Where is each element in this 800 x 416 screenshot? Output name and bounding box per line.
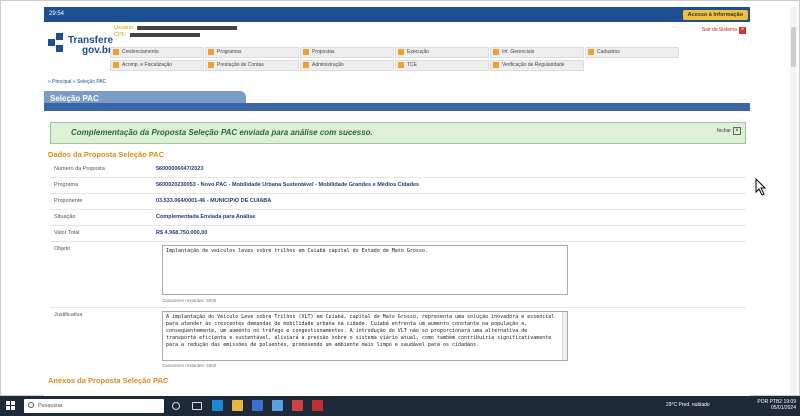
field-valor: Valor Total R$ 4.968.750.000,00	[50, 226, 746, 242]
justificativa-char-count: Caracteres restantes: 5000	[162, 363, 217, 368]
menu-arrow-icon	[113, 61, 119, 68]
menu-item-acomp-e-fiscalizacao[interactable]: Acomp. e Fiscalização	[110, 60, 204, 71]
mail-icon[interactable]	[272, 400, 283, 411]
valor-value: R$ 4.968.750.000,00	[156, 230, 208, 236]
logout-label[interactable]: Sair do Sistema	[702, 27, 737, 33]
menu-item-administracao[interactable]: Administração	[300, 60, 394, 71]
programa-value: 5600020230053 - Novo PAC - Mobilidade Ur…	[156, 182, 420, 188]
menu-item-programas[interactable]: Programas	[205, 47, 299, 58]
redacted-username	[137, 25, 238, 30]
field-justificativa: Justificativa A implantação do Veículo L…	[50, 308, 746, 372]
menu-arrow-icon	[493, 48, 499, 55]
anexos-heading: Anexos da Proposta Seleção PAC	[48, 376, 169, 385]
search-icon	[28, 402, 34, 408]
start-button[interactable]	[6, 401, 16, 411]
numero-value: 56000006047/2023	[156, 166, 204, 172]
field-proponente: Proponente 03.533.064/0001-46 - MUNICIPI…	[50, 194, 746, 210]
breadcrumb[interactable]: » Principal » Seleção PAC	[48, 79, 106, 85]
menu-arrow-icon	[208, 61, 214, 68]
menu-arrow-icon	[398, 48, 404, 55]
store-icon[interactable]	[252, 400, 263, 411]
file-explorer-icon[interactable]	[232, 400, 243, 411]
menu-item-propostas[interactable]: Propostas	[300, 47, 394, 58]
main-menu: Credenciamento Programas Propostas Execução…	[110, 47, 750, 73]
menu-arrow-icon	[588, 48, 594, 55]
taskbar-search[interactable]: Pesquisar	[24, 399, 164, 413]
menu-item-tce[interactable]: TCE	[395, 60, 489, 71]
system-tray-clock[interactable]: POR PTB2 19:09 05/01/2024	[757, 399, 796, 411]
menu-arrow-icon	[303, 48, 309, 55]
task-view-icon[interactable]	[192, 402, 202, 410]
cortana-icon[interactable]	[172, 402, 180, 410]
menu-item-prestacao-de-contas[interactable]: Prestação de Contas	[205, 60, 299, 71]
menu-arrow-icon	[303, 61, 309, 68]
transferegov-logo[interactable]: Transfere gov.br	[48, 31, 113, 57]
chrome-icon[interactable]	[292, 400, 303, 411]
menu-item-inf-gerenciais[interactable]: Inf. Gerenciais	[490, 47, 584, 58]
objeto-char-count: Caracteres restantes: 5000	[162, 298, 217, 303]
menu-item-cadastros[interactable]: Cadastros	[585, 47, 679, 58]
justificativa-textarea[interactable]: A implantação do Veículo Leve sobre Tril…	[162, 311, 568, 361]
browser-frame: 29:54 Acesso à Informação Transfere gov.…	[0, 0, 800, 397]
dados-heading: Dados da Proposta Seleção PAC	[48, 150, 165, 159]
menu-arrow-icon	[208, 48, 214, 55]
menu-item-execucao[interactable]: Execução	[395, 47, 489, 58]
weather-widget[interactable]: 29°C Pred. nublado	[666, 402, 710, 408]
menu-item-credenciamento[interactable]: Credenciamento	[110, 47, 204, 58]
field-programa: Programa 5600020230053 - Novo PAC - Mobi…	[50, 178, 746, 194]
mouse-cursor-icon	[755, 178, 767, 196]
user-info: Usuário: CPF:	[114, 25, 238, 39]
page-scrollbar[interactable]	[790, 7, 797, 395]
close-icon[interactable]: ×	[733, 127, 741, 135]
logo-mark-icon	[48, 39, 55, 46]
situacao-value: Complementada Enviada para Análise	[156, 214, 256, 220]
menu-arrow-icon	[398, 61, 404, 68]
page: 29:54 Acesso à Informação Transfere gov.…	[44, 7, 750, 397]
acesso-informacao-button[interactable]: Acesso à Informação	[682, 10, 748, 20]
proponente-value: 03.533.064/0001-46 - MUNICIPIO DE CUIABA	[156, 198, 272, 204]
section-bar	[44, 103, 750, 111]
session-timer: 29:54	[49, 11, 65, 17]
textarea-scrollbar[interactable]	[562, 312, 567, 360]
field-objeto: Objeto Implantação de veículos leves sob…	[50, 242, 746, 308]
success-message: Complementação da Proposta Seleção PAC e…	[50, 122, 746, 144]
close-message-button[interactable]: fechar ×	[717, 127, 741, 135]
windows-taskbar: Pesquisar 29°C Pred. nublado POR PTB2 19…	[0, 396, 800, 416]
edge-icon[interactable]	[212, 400, 223, 411]
logout[interactable]: Sair do Sistema ×	[702, 27, 746, 34]
menu-item-verificacao-de-regularidade[interactable]: Verificação de Regularidade	[490, 60, 584, 71]
menu-arrow-icon	[113, 48, 119, 55]
scrollbar-thumb[interactable]	[791, 27, 796, 67]
field-numero: Número da Proposta 56000006047/2023	[50, 162, 746, 178]
app-icon[interactable]	[312, 400, 323, 411]
top-bar: 29:54 Acesso à Informação	[44, 7, 750, 22]
logout-icon[interactable]: ×	[739, 27, 746, 34]
menu-arrow-icon	[493, 61, 499, 68]
redacted-cpf	[129, 32, 200, 37]
field-situacao: Situação Complementada Enviada para Anál…	[50, 210, 746, 226]
objeto-textarea[interactable]: Implantação de veículos leves sobre tril…	[162, 245, 568, 295]
